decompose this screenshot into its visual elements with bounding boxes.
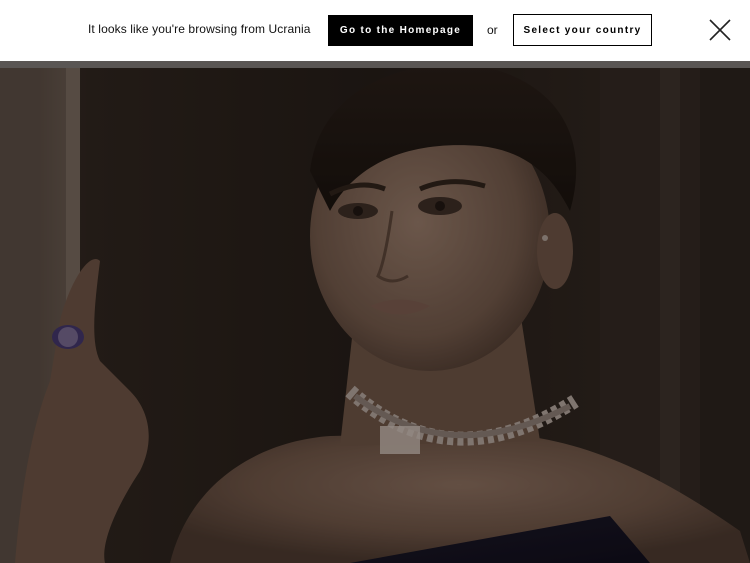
geo-message: It looks like you're browsing from Ucran… bbox=[88, 22, 311, 36]
hero-image bbox=[0, 61, 750, 563]
hero-photo bbox=[0, 61, 750, 563]
page: It looks like you're browsing from Ucran… bbox=[0, 0, 750, 563]
close-icon bbox=[709, 19, 731, 41]
close-banner-button[interactable] bbox=[707, 17, 733, 43]
select-country-button[interactable]: Select your country bbox=[513, 14, 652, 46]
separator-text: or bbox=[487, 23, 498, 37]
go-to-homepage-button[interactable]: Go to the Homepage bbox=[328, 15, 473, 46]
geo-location-banner: It looks like you're browsing from Ucran… bbox=[0, 0, 750, 61]
banner-divider bbox=[0, 61, 750, 68]
